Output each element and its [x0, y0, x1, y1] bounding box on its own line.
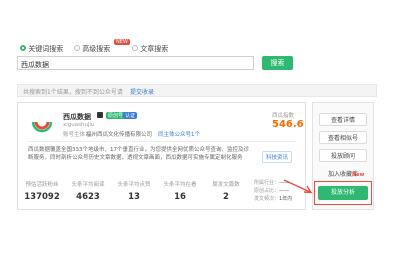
submit-link[interactable]: 提交收录	[130, 87, 154, 96]
index-value: 546.6	[272, 119, 304, 130]
search-input-value: 西瓜数据	[21, 61, 49, 69]
account-name[interactable]: 西瓜数据	[63, 112, 91, 122]
account-logo[interactable]	[30, 113, 54, 137]
arrow-icon	[283, 179, 313, 194]
radio-article[interactable]	[132, 45, 138, 51]
category-tag: 科技资讯	[262, 151, 293, 163]
ad-analysis-button[interactable]: 投放分析	[318, 186, 368, 200]
search-input[interactable]: 西瓜数据	[17, 56, 254, 70]
stat-label: 头条平均阅读	[71, 182, 105, 188]
result-notice-text: 共搜索到1个结果，搜到不到公众号请	[23, 89, 123, 96]
index-label: 西瓜指数	[272, 113, 295, 119]
owner-name: 福州西瓜文化传播有限公司	[86, 132, 153, 138]
tab-keyword-search[interactable]: 关键词搜索	[20, 44, 63, 54]
stat-label: 头条平均在看	[163, 182, 197, 188]
divider	[28, 141, 296, 142]
account-description: 西瓜数据覆盖全国333个地级市、17个垂直行业，为您提供全网优质公众号查询、监控…	[28, 147, 249, 161]
tag-verified: 认证	[123, 112, 138, 119]
result-card: 西瓜数据 原创号 认证 xiguashujiu 账号主体： 福州西瓜文化传播有限…	[17, 102, 306, 210]
stat-label: 头条平均点赞	[117, 182, 151, 188]
tab-advanced-label: 高级搜索	[82, 45, 111, 53]
stat-label: 预估活跃粉丝	[25, 182, 59, 188]
new-badge: NEW	[114, 39, 130, 45]
ad-advisor-button[interactable]: 投放顾问	[319, 149, 367, 162]
tab-article-label: 文章搜索	[140, 45, 169, 53]
radio-advanced[interactable]	[74, 45, 80, 51]
stat-avg-likes: 头条平均点赞 13	[116, 180, 152, 202]
search-button[interactable]: 搜索	[262, 56, 293, 70]
qrcode-icon[interactable]	[97, 112, 103, 118]
similar-accounts-button[interactable]: 查看相似号	[319, 131, 367, 144]
watermelon-logo-icon	[31, 121, 53, 133]
tab-keyword-label: 关键词搜索	[28, 45, 64, 53]
stat-value: 4623	[76, 192, 100, 202]
stat-value: 16	[174, 192, 186, 202]
stat-value: 137092	[24, 192, 60, 202]
result-notice-bar: 共搜索到1个结果，搜到不到公众号请 提交收录	[17, 84, 377, 97]
stat-avg-watching: 头条平均在看 16	[162, 180, 198, 202]
view-details-button[interactable]: 查看详情	[319, 113, 367, 126]
stat-weekly-posts: 周发文篇数 2	[208, 180, 244, 202]
tab-article-search[interactable]: 文章搜索	[132, 44, 168, 54]
stat-label: 周发文篇数	[212, 182, 240, 188]
stat-value: 13	[128, 192, 140, 202]
stat-avg-reads: 头条平均阅读 4623	[70, 180, 106, 202]
related-accounts-link[interactable]: 同主体公众号1个	[158, 130, 200, 138]
account-id: xiguashujiu	[63, 122, 95, 128]
tab-advanced-search[interactable]: 高级搜索 NEW	[74, 39, 130, 54]
stat-active-fans: 预估活跃粉丝 137092	[24, 180, 60, 202]
stat-value: 2	[223, 192, 229, 202]
radio-keyword[interactable]	[20, 45, 26, 51]
new-badge-cta: New	[352, 172, 365, 178]
